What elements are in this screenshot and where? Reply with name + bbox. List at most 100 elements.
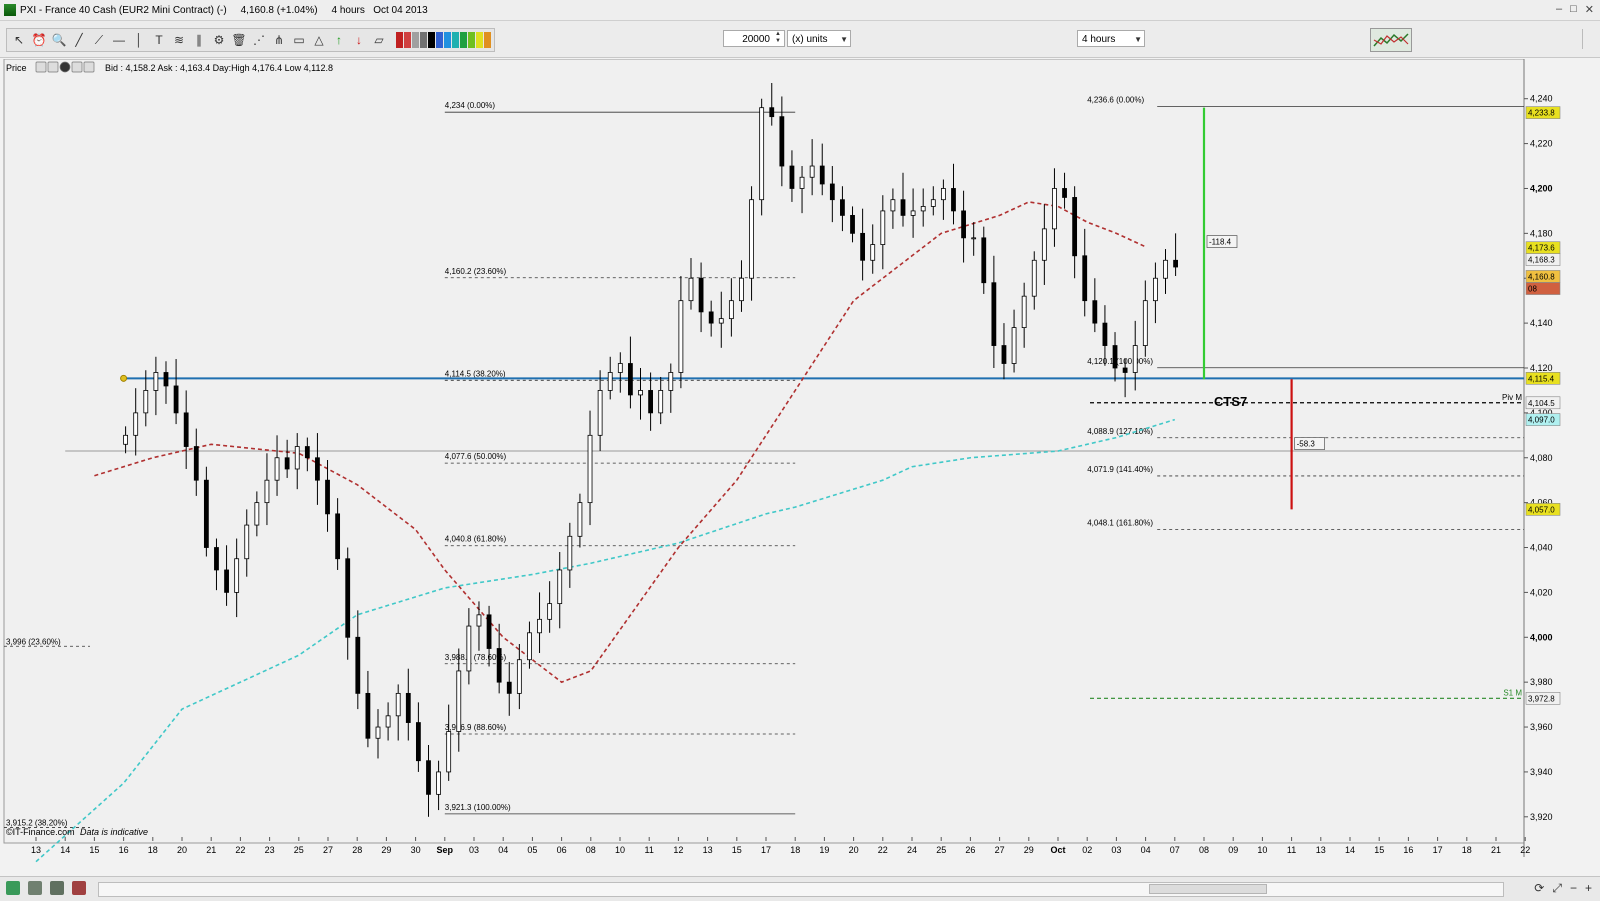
y-tick-label: 4,220	[1530, 139, 1553, 149]
rectangle-icon[interactable]: ▭	[290, 31, 308, 49]
candle-body	[870, 244, 876, 261]
x-tick-label: 07	[1170, 845, 1180, 855]
x-tick-label: 08	[586, 845, 596, 855]
alarm-icon[interactable]: ⏰	[30, 31, 48, 49]
candle-body	[143, 390, 149, 414]
x-tick-label: 20	[177, 845, 187, 855]
fib-level-label: 3,996 (23.60%)	[6, 637, 61, 646]
candle-body	[951, 188, 956, 212]
settings-icon[interactable]: ⚙	[210, 31, 228, 49]
candle-body	[577, 502, 583, 537]
chart-area[interactable]: Price Bid : 4,158.2 Ask : 4,163.4 Day:Hig…	[0, 58, 1600, 880]
candle-body	[698, 277, 704, 313]
fib-level-label: 4,236.6 (0.00%)	[1087, 95, 1144, 104]
zoom-fit-icon[interactable]: ⤢	[1552, 881, 1562, 896]
refresh-icon[interactable]: ⟳	[1534, 881, 1544, 896]
settings-icon[interactable]	[28, 881, 42, 895]
panel-toggle-icon[interactable]	[1582, 29, 1597, 49]
candle-body	[789, 165, 795, 189]
price-flag-label: 4,057.0	[1528, 505, 1555, 514]
candle-body	[668, 372, 674, 391]
candle-body	[234, 558, 240, 593]
x-tick-label: 17	[1433, 845, 1443, 855]
candle-body	[1122, 367, 1128, 373]
ray-icon[interactable]: ⟋	[90, 31, 108, 49]
candle-body	[557, 569, 563, 605]
x-tick-label: 20	[849, 845, 859, 855]
x-tick-label: 03	[1111, 845, 1121, 855]
palette-swatch[interactable]	[420, 32, 427, 48]
channel-icon[interactable]: ∥	[190, 31, 208, 49]
palette-swatch[interactable]	[476, 32, 483, 48]
y-tick-label: 4,180	[1530, 228, 1553, 238]
palette-swatch[interactable]	[436, 32, 443, 48]
candle-body	[496, 648, 502, 683]
candle-body	[1072, 197, 1078, 257]
candle-body	[890, 199, 896, 212]
x-tick-label: 13	[31, 845, 41, 855]
maximize-button[interactable]: □	[1570, 3, 1577, 16]
scroll-thumb[interactable]	[1149, 884, 1267, 894]
y-tick-label: 4,040	[1530, 543, 1553, 553]
trendline-icon[interactable]: ╱	[70, 31, 88, 49]
x-tick-label: 22	[235, 845, 245, 855]
close-button[interactable]: ✕	[1585, 3, 1594, 16]
palette-swatch[interactable]	[444, 32, 451, 48]
layout-icon[interactable]	[72, 881, 86, 895]
price-flag-label: 08	[1528, 285, 1537, 294]
text-icon[interactable]: T	[150, 31, 168, 49]
buy-arrow-icon[interactable]: ↑	[330, 31, 348, 49]
zoom-in-icon[interactable]: +	[1585, 881, 1592, 896]
x-tick-label: 12	[673, 845, 683, 855]
candle-body	[224, 569, 229, 593]
export-icon[interactable]	[6, 881, 20, 895]
candle-body	[173, 385, 179, 414]
palette-swatch[interactable]	[396, 32, 403, 48]
period-select[interactable]: 4 hours ▼	[1077, 30, 1145, 47]
x-tick-label: 21	[206, 845, 216, 855]
palette-swatch[interactable]	[412, 32, 419, 48]
fib-fan-icon[interactable]: ⋰	[250, 31, 268, 49]
candle-body	[799, 176, 805, 189]
zoom-icon[interactable]: 🔍	[50, 31, 68, 49]
candle-body	[1011, 327, 1017, 364]
indicators-icon[interactable]	[50, 881, 64, 895]
trash-icon[interactable]: 🗑	[230, 31, 248, 49]
palette-swatch[interactable]	[452, 32, 459, 48]
palette-swatch[interactable]	[428, 32, 435, 48]
x-tick-label: 16	[119, 845, 129, 855]
minimize-button[interactable]: –	[1556, 3, 1562, 16]
palette-swatch[interactable]	[460, 32, 467, 48]
chart-type-icon[interactable]	[1370, 28, 1412, 52]
palette-swatch[interactable]	[484, 32, 491, 48]
price-chart[interactable]: Price Bid : 4,158.2 Ask : 4,163.4 Day:Hig…	[0, 58, 1600, 877]
cts-label: CTS7	[1214, 394, 1247, 409]
source-label: ©IT-Finance.com	[6, 827, 75, 837]
copy-icon	[47, 61, 59, 73]
pointer-icon[interactable]: ↖	[10, 31, 28, 49]
palette-swatch[interactable]	[468, 32, 475, 48]
price-flag-label: 4,160.8	[1528, 272, 1555, 281]
x-tick-label: 18	[790, 845, 800, 855]
price-flag-label: 4,104.5	[1528, 399, 1555, 408]
candle-body	[315, 457, 320, 481]
palette-swatch[interactable]	[404, 32, 411, 48]
pitchfork-icon[interactable]: ⋔	[270, 31, 288, 49]
toolbar: ↖ ⏰ 🔍 ╱ ⟋ — │ T ≋ ∥ ⚙ 🗑 ⋰ ⋔ ▭ △ ↑ ↓ ▱ 20000 ▲ ▼ (x) units ▼…	[0, 21, 1600, 58]
units-select[interactable]: (x) units ▼	[787, 30, 851, 47]
y-tick-label: 4,020	[1530, 587, 1553, 597]
zoom-out-icon[interactable]: −	[1570, 881, 1577, 896]
triangle-icon[interactable]: △	[310, 31, 328, 49]
x-tick-label: 24	[907, 845, 917, 855]
ruler-icon[interactable]: ▱	[370, 31, 388, 49]
vertical-line-icon[interactable]: │	[130, 31, 148, 49]
candle-body	[920, 206, 926, 212]
quantity-stepper[interactable]: ▲ ▼	[775, 31, 781, 45]
color-palette	[396, 32, 491, 48]
fib-icon[interactable]: ≋	[170, 31, 188, 49]
horizontal-scrollbar[interactable]	[98, 882, 1504, 897]
sell-arrow-icon[interactable]: ↓	[350, 31, 368, 49]
candle-body	[375, 726, 381, 739]
candle-body	[355, 636, 361, 694]
horizontal-line-icon[interactable]: —	[110, 31, 128, 49]
